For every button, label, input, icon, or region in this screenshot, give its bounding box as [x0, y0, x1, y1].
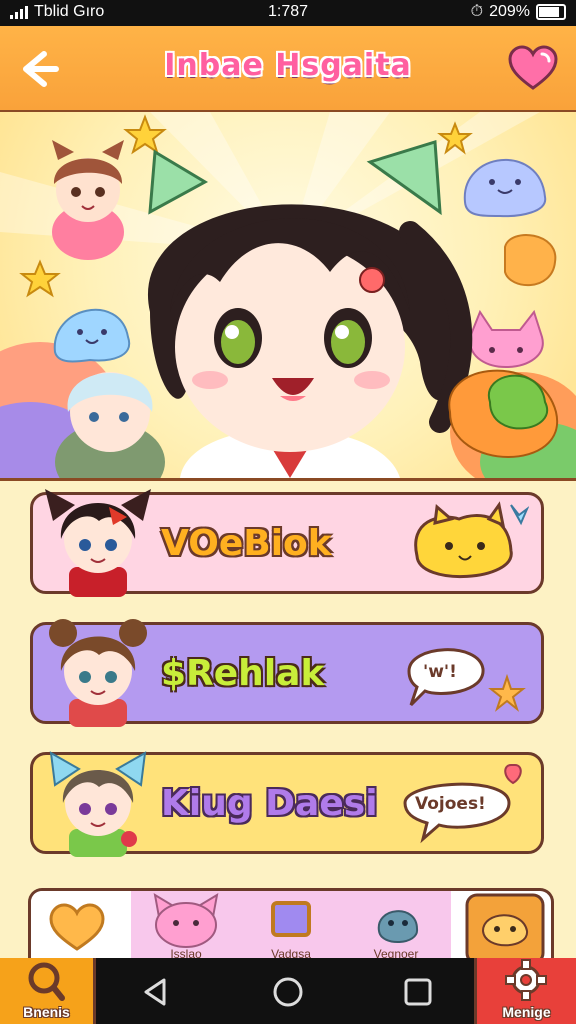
blue-blob-left	[53, 308, 131, 363]
tray-item-frame[interactable]: Vadgsa	[241, 891, 341, 963]
bottom-right-button[interactable]: Menige	[474, 958, 576, 1024]
speech-bubble-icon: 'w'!	[407, 648, 526, 712]
pink-cat-blob	[468, 309, 544, 368]
hero-illustration	[0, 112, 576, 478]
nav-home-icon[interactable]	[268, 972, 308, 1012]
menu-card-2[interactable]: $Rehlak 'w'!	[30, 619, 544, 727]
chibi-avatar-2	[49, 619, 147, 727]
character-tray: Isslao Vadgsa Vegnoer	[28, 888, 554, 963]
tray-item-heart[interactable]	[31, 891, 131, 963]
bottom-left-label: Bnenis	[23, 1004, 70, 1020]
battery-percent: 209%	[489, 3, 530, 20]
bottom-right-label: Menige	[502, 1004, 551, 1020]
menu-card-2-label: $Rehlak	[161, 653, 325, 694]
menu-card-1-label: VOeBiok	[161, 523, 332, 564]
gear-icon	[505, 959, 547, 1001]
tray-item-cat[interactable]: Isslao	[131, 891, 241, 963]
page-title: Inbae Hsgaita	[164, 48, 412, 83]
app-bar: Inbae Hsgaita	[0, 26, 576, 113]
nav-recents-icon[interactable]	[398, 972, 438, 1012]
dog-icon	[465, 893, 545, 963]
speech-bubble-icon: Vojoes!	[403, 764, 522, 844]
menu-card-3-label: Kiug Daesi	[161, 783, 378, 824]
tray-item-dog[interactable]	[463, 891, 547, 963]
nav-back-icon[interactable]	[136, 972, 176, 1012]
bottom-bar: Bnenis Menige	[0, 958, 576, 1024]
alarm-icon: ⏱	[470, 3, 484, 20]
blue-blob-right	[463, 159, 547, 218]
chibi-cat-girl	[52, 140, 124, 260]
chibi-avatar-3	[49, 751, 147, 857]
tray-item-creature[interactable]: Vegnoer	[341, 891, 451, 963]
bottom-left-button[interactable]: Bnenis	[0, 958, 96, 1024]
menu-card-3[interactable]: Kiug Daesi Vojoes!	[30, 751, 544, 857]
search-icon	[28, 962, 65, 1001]
heart-icon[interactable]	[506, 42, 560, 96]
speech-bubble-text: 'w'!	[423, 662, 457, 682]
menu-card-1[interactable]: VOeBiok	[30, 489, 544, 597]
speech-bubble-text: Vojoes!	[415, 794, 486, 814]
hero-banner	[0, 112, 576, 481]
heart-icon	[49, 903, 105, 951]
yellow-cat-icon	[414, 501, 529, 579]
battery-icon	[536, 4, 566, 20]
status-bar: Tblid Gıro 1:787 ⏱ 209%	[0, 0, 576, 26]
chibi-avatar-1	[45, 489, 151, 597]
orange-blob	[504, 234, 557, 286]
